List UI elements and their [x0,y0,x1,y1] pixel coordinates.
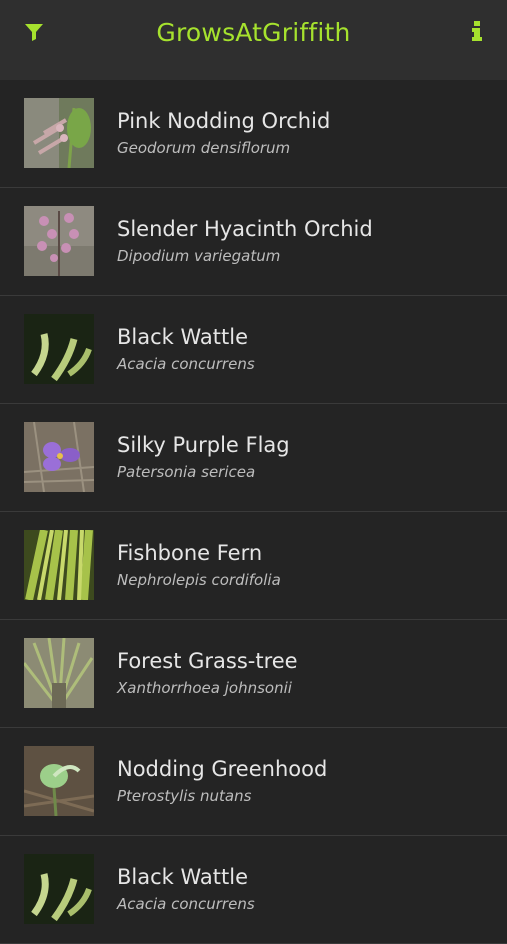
species-thumbnail [24,422,94,492]
list-item[interactable]: Slender Hyacinth Orchid Dipodium variega… [0,188,507,296]
list-item[interactable]: Forest Grass-tree Xanthorrhoea johnsonii [0,620,507,728]
common-name: Black Wattle [117,325,249,349]
scientific-name: Acacia concurrens [117,895,255,913]
scientific-name: Patersonia sericea [117,463,256,481]
list-item[interactable]: Nodding Greenhood Pterostylis nutans [0,728,507,836]
species-thumbnail [24,854,94,924]
common-name: Pink Nodding Orchid [117,109,331,133]
common-name: Nodding Greenhood [117,757,328,781]
species-thumbnail [24,98,94,168]
common-name: Silky Purple Flag [117,433,290,457]
scientific-name: Xanthorrhoea johnsonii [117,679,292,697]
info-icon [472,21,482,41]
species-thumbnail [24,206,94,276]
info-button[interactable] [465,18,489,44]
app-title: GrowsAtGriffith [156,17,351,47]
species-thumbnail [24,638,94,708]
list-item[interactable]: Silky Purple Flag Patersonia sericea [0,404,507,512]
scientific-name: Pterostylis nutans [117,787,252,805]
species-thumbnail [24,314,94,384]
species-thumbnail [24,746,94,816]
list-item[interactable]: Black Wattle Acacia concurrens [0,836,507,944]
scientific-name: Acacia concurrens [117,355,255,373]
species-list: Pink Nodding Orchid Geodorum densiflorum… [0,80,507,944]
scientific-name: Dipodium variegatum [117,247,281,265]
scientific-name: Nephrolepis cordifolia [117,571,281,589]
list-item[interactable]: Black Wattle Acacia concurrens [0,296,507,404]
common-name: Slender Hyacinth Orchid [117,217,373,241]
scientific-name: Geodorum densiflorum [117,139,291,157]
common-name: Forest Grass-tree [117,649,298,673]
common-name: Fishbone Fern [117,541,263,565]
list-item[interactable]: Pink Nodding Orchid Geodorum densiflorum [0,80,507,188]
app-header: GrowsAtGriffith [0,0,507,80]
filter-icon [25,24,43,41]
common-name: Black Wattle [117,865,249,889]
species-thumbnail [24,530,94,600]
list-item[interactable]: Fishbone Fern Nephrolepis cordifolia [0,512,507,620]
filter-button[interactable] [22,20,46,44]
